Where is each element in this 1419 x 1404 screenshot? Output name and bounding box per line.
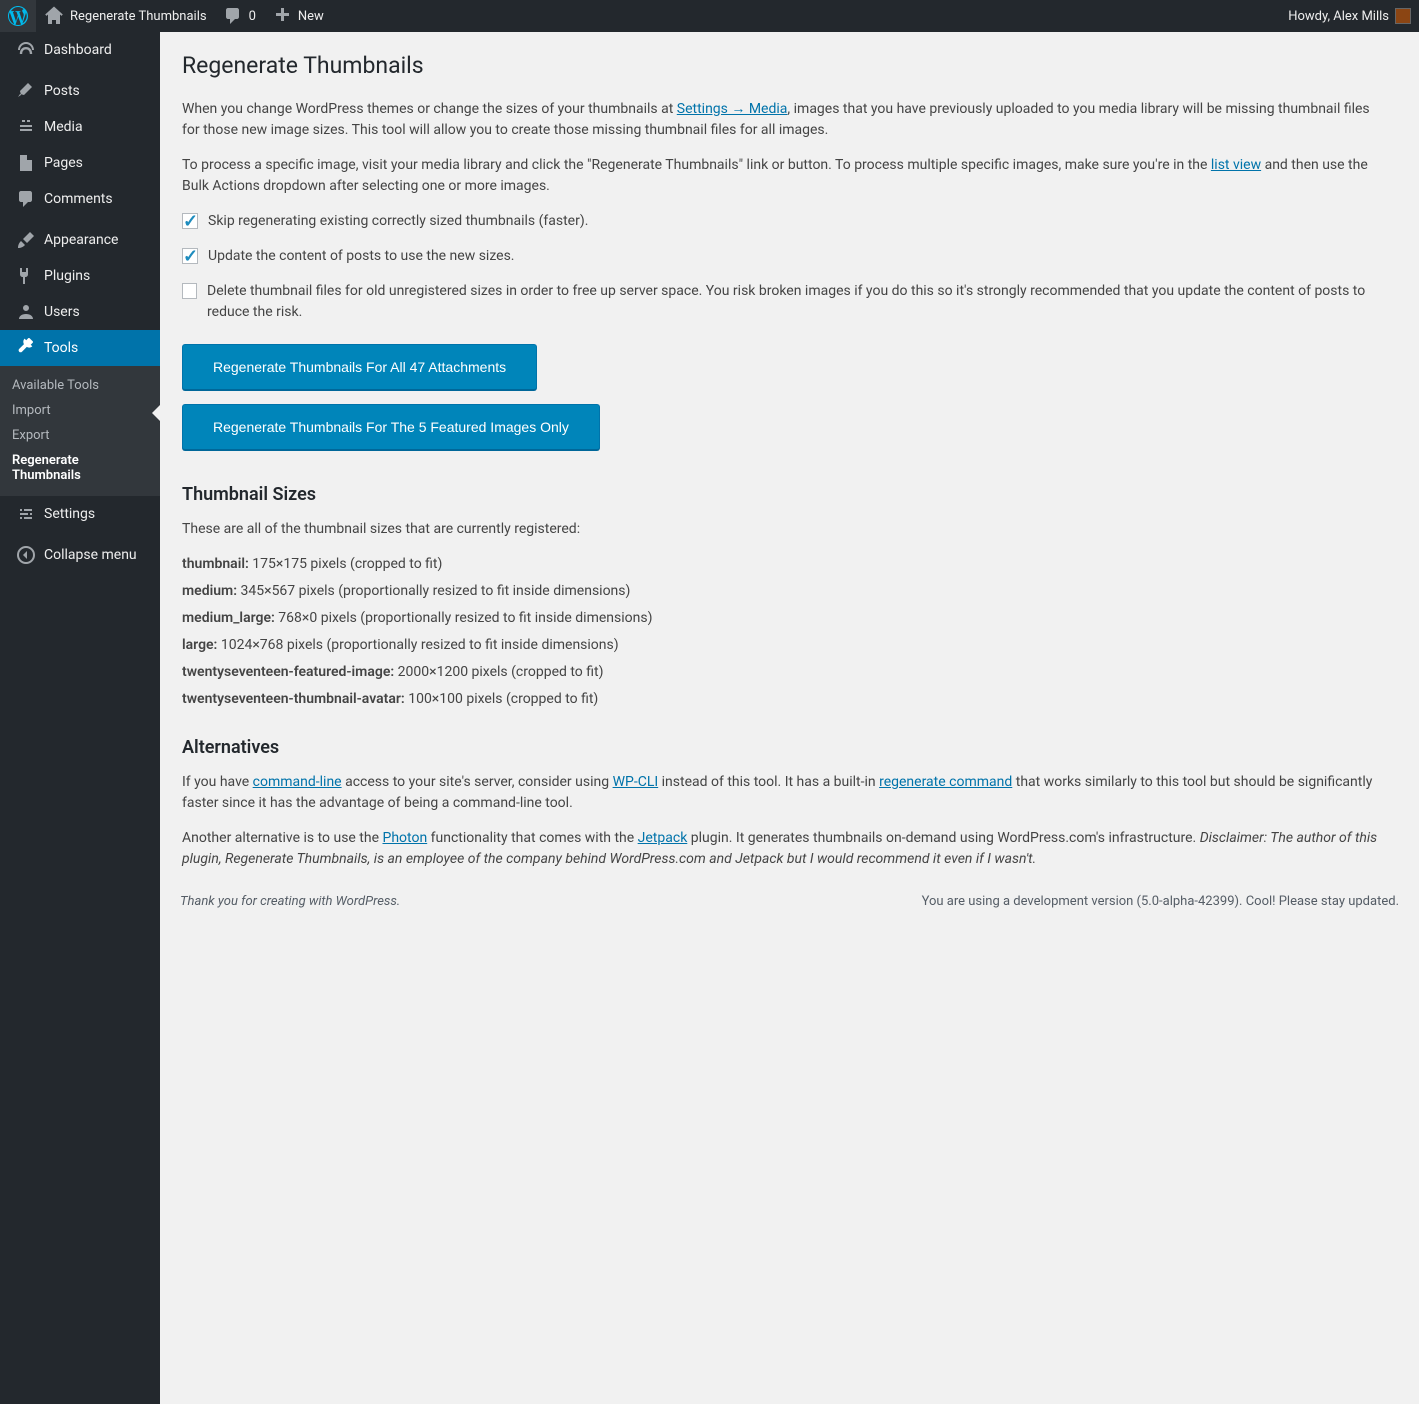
new-content-link[interactable]: New (264, 0, 332, 32)
menu-media[interactable]: Media (0, 109, 160, 145)
menu-pages[interactable]: Pages (0, 145, 160, 181)
plugin-icon (16, 266, 36, 286)
wp-cli-link[interactable]: WP-CLI (613, 774, 659, 790)
settings-media-link[interactable]: Settings → Media (677, 101, 788, 117)
size-item: thumbnail: 175×175 pixels (cropped to fi… (182, 554, 1379, 575)
intro-paragraph-1: When you change WordPress themes or chan… (182, 99, 1379, 141)
new-label: New (298, 9, 324, 24)
alternatives-paragraph-1: If you have command-line access to your … (182, 772, 1379, 814)
settings-icon (16, 504, 36, 524)
checkbox-skip-label: Skip regenerating existing correctly siz… (208, 211, 588, 232)
submenu-available-tools[interactable]: Available Tools (0, 373, 160, 398)
command-line-link[interactable]: command-line (253, 774, 342, 790)
menu-appearance[interactable]: Appearance (0, 222, 160, 258)
comment-icon (223, 6, 243, 26)
intro-paragraph-2: To process a specific image, visit your … (182, 155, 1379, 197)
menu-tools[interactable]: Tools (0, 330, 160, 366)
alternatives-heading: Alternatives (182, 737, 1379, 758)
page-title: Regenerate Thumbnails (182, 42, 1379, 85)
admin-menu: Dashboard Posts Media Pages Comments App… (0, 32, 160, 1404)
avatar (1395, 8, 1411, 24)
list-view-link[interactable]: list view (1211, 157, 1261, 173)
footer: Thank you for creating with WordPress. Y… (160, 884, 1419, 919)
users-icon (16, 302, 36, 322)
wordpress-link[interactable]: WordPress (336, 894, 397, 909)
sizes-heading: Thumbnail Sizes (182, 484, 1379, 505)
page-icon (16, 153, 36, 173)
wp-logo[interactable] (0, 0, 36, 32)
checkbox-delete-old[interactable] (182, 283, 197, 299)
comments-count: 0 (249, 9, 256, 24)
size-item: large: 1024×768 pixels (proportionally r… (182, 635, 1379, 656)
menu-plugins[interactable]: Plugins (0, 258, 160, 294)
pin-icon (16, 81, 36, 101)
regenerate-featured-button[interactable]: Regenerate Thumbnails For The 5 Featured… (182, 404, 600, 450)
size-item: twentyseventeen-featured-image: 2000×120… (182, 662, 1379, 683)
checkbox-update-content[interactable] (182, 248, 198, 264)
size-item: twentyseventeen-thumbnail-avatar: 100×10… (182, 689, 1379, 710)
collapse-menu[interactable]: Collapse menu (0, 537, 160, 573)
menu-posts[interactable]: Posts (0, 73, 160, 109)
menu-settings[interactable]: Settings (0, 496, 160, 532)
size-item: medium_large: 768×0 pixels (proportional… (182, 608, 1379, 629)
my-account-link[interactable]: Howdy, Alex Mills (1280, 0, 1419, 32)
checkbox-delete-label: Delete thumbnail files for old unregiste… (207, 281, 1379, 323)
alternatives-paragraph-2: Another alternative is to use the Photon… (182, 828, 1379, 870)
admin-bar: Regenerate Thumbnails 0 New Howdy, Alex … (0, 0, 1419, 32)
comments-link[interactable]: 0 (215, 0, 264, 32)
tools-icon (16, 338, 36, 358)
page-content: Regenerate Thumbnails When you change Wo… (182, 42, 1379, 870)
stay-updated-link[interactable]: stay updated (1321, 894, 1396, 909)
submenu-export[interactable]: Export (0, 423, 160, 448)
howdy-text: Howdy, Alex Mills (1288, 9, 1389, 24)
submenu-import[interactable]: Import (0, 398, 160, 423)
dashboard-icon (16, 40, 36, 60)
site-name-text: Regenerate Thumbnails (70, 9, 207, 24)
wordpress-icon (8, 6, 28, 26)
brush-icon (16, 230, 36, 250)
site-name-link[interactable]: Regenerate Thumbnails (36, 0, 215, 32)
plus-icon (272, 6, 292, 26)
regenerate-all-button[interactable]: Regenerate Thumbnails For All 47 Attachm… (182, 344, 537, 390)
checkbox-skip-existing[interactable] (182, 213, 198, 229)
comments-icon (16, 189, 36, 209)
jetpack-link[interactable]: Jetpack (638, 830, 688, 846)
menu-dashboard[interactable]: Dashboard (0, 32, 160, 68)
menu-users[interactable]: Users (0, 294, 160, 330)
media-icon (16, 117, 36, 137)
sizes-intro: These are all of the thumbnail sizes tha… (182, 519, 1379, 540)
checkbox-update-label: Update the content of posts to use the n… (208, 246, 515, 267)
size-item: medium: 345×567 pixels (proportionally r… (182, 581, 1379, 602)
photon-link[interactable]: Photon (383, 830, 428, 846)
submenu-regenerate[interactable]: Regenerate Thumbnails (0, 448, 160, 488)
regenerate-command-link[interactable]: regenerate command (879, 774, 1012, 790)
collapse-icon (16, 545, 36, 565)
menu-comments[interactable]: Comments (0, 181, 160, 217)
home-icon (44, 6, 64, 26)
sizes-list: thumbnail: 175×175 pixels (cropped to fi… (182, 554, 1379, 710)
